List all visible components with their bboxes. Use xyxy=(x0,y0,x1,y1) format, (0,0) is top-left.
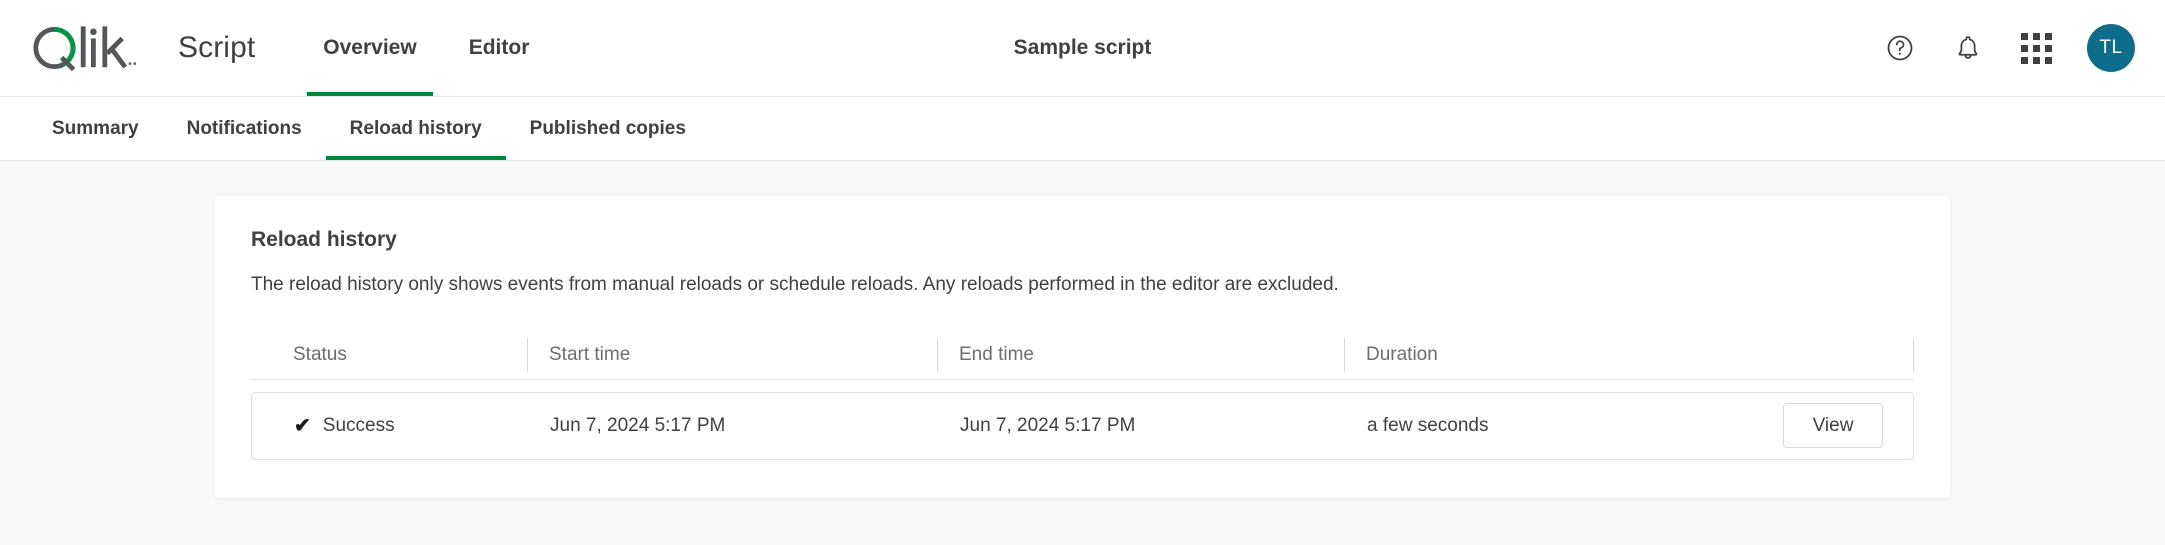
avatar-initials: TL xyxy=(2099,37,2123,58)
sub-tab-bar: Summary Notifications Reload history Pub… xyxy=(0,97,2165,161)
column-header-duration[interactable]: Duration xyxy=(1344,338,1656,373)
column-header-start-time[interactable]: Start time xyxy=(527,338,937,373)
sub-tab-published-copies-label: Published copies xyxy=(529,117,686,139)
sub-tab-summary-label: Summary xyxy=(52,117,139,139)
cell-actions: View xyxy=(1783,403,1913,449)
column-header-status[interactable]: Status xyxy=(271,338,527,372)
cell-end-time: Jun 7, 2024 5:17 PM xyxy=(960,414,1136,436)
apps-grid-icon-glyph xyxy=(2020,32,2052,64)
table-header-row: Status Start time End time Duration xyxy=(251,332,1914,380)
card-description: The reload history only shows events fro… xyxy=(251,274,1339,295)
primary-nav: Overview Editor xyxy=(297,0,555,96)
sub-tab-reload-history[interactable]: Reload history xyxy=(325,97,506,160)
product-name: Script xyxy=(178,31,256,64)
brand[interactable]: Script xyxy=(28,0,255,96)
primary-tab-editor[interactable]: Editor xyxy=(443,0,556,96)
bell-icon-glyph xyxy=(1958,36,1978,59)
main-content: Reload history The reload history only s… xyxy=(0,161,2165,545)
sub-tab-reload-history-label: Reload history xyxy=(349,117,482,139)
cell-duration: a few seconds xyxy=(1367,414,1489,436)
sub-tab-notifications[interactable]: Notifications xyxy=(163,97,326,160)
view-button[interactable]: View xyxy=(1783,403,1883,449)
reload-history-card: Reload history The reload history only s… xyxy=(215,196,1950,498)
help-icon-glyph xyxy=(1887,35,1913,61)
column-header-end-time[interactable]: End time xyxy=(937,338,1344,373)
card-title: Reload history xyxy=(251,228,397,251)
cell-status-label: Success xyxy=(322,414,395,436)
table-row[interactable]: ✔ Success Jun 7, 2024 5:17 PM Jun 7, 202… xyxy=(251,391,1914,460)
sub-tab-published-copies[interactable]: Published copies xyxy=(506,97,710,160)
app-bar-actions: TL xyxy=(1883,24,2135,72)
check-icon: ✔ xyxy=(294,414,311,437)
bell-icon[interactable] xyxy=(1951,31,1985,65)
reload-history-table: Status Start time End time Duration ✔ Su… xyxy=(251,332,1914,460)
app-bar: Script Overview Editor Sample script TL xyxy=(0,0,2165,97)
avatar[interactable]: TL xyxy=(2087,24,2135,72)
sub-tab-summary[interactable]: Summary xyxy=(28,97,163,160)
sub-tab-notifications-label: Notifications xyxy=(186,117,302,139)
primary-tab-editor-label: Editor xyxy=(468,36,530,59)
apps-grid-icon[interactable] xyxy=(2019,31,2053,65)
cell-status: ✔ Success xyxy=(272,415,528,437)
column-header-actions xyxy=(1913,338,1914,373)
document-title: Sample script xyxy=(1013,36,1152,59)
cell-start-time: Jun 7, 2024 5:17 PM xyxy=(550,414,726,436)
primary-tab-overview[interactable]: Overview xyxy=(297,0,442,96)
help-icon[interactable] xyxy=(1883,31,1917,65)
primary-tab-overview-label: Overview xyxy=(323,36,417,59)
qlik-logo xyxy=(33,26,136,72)
